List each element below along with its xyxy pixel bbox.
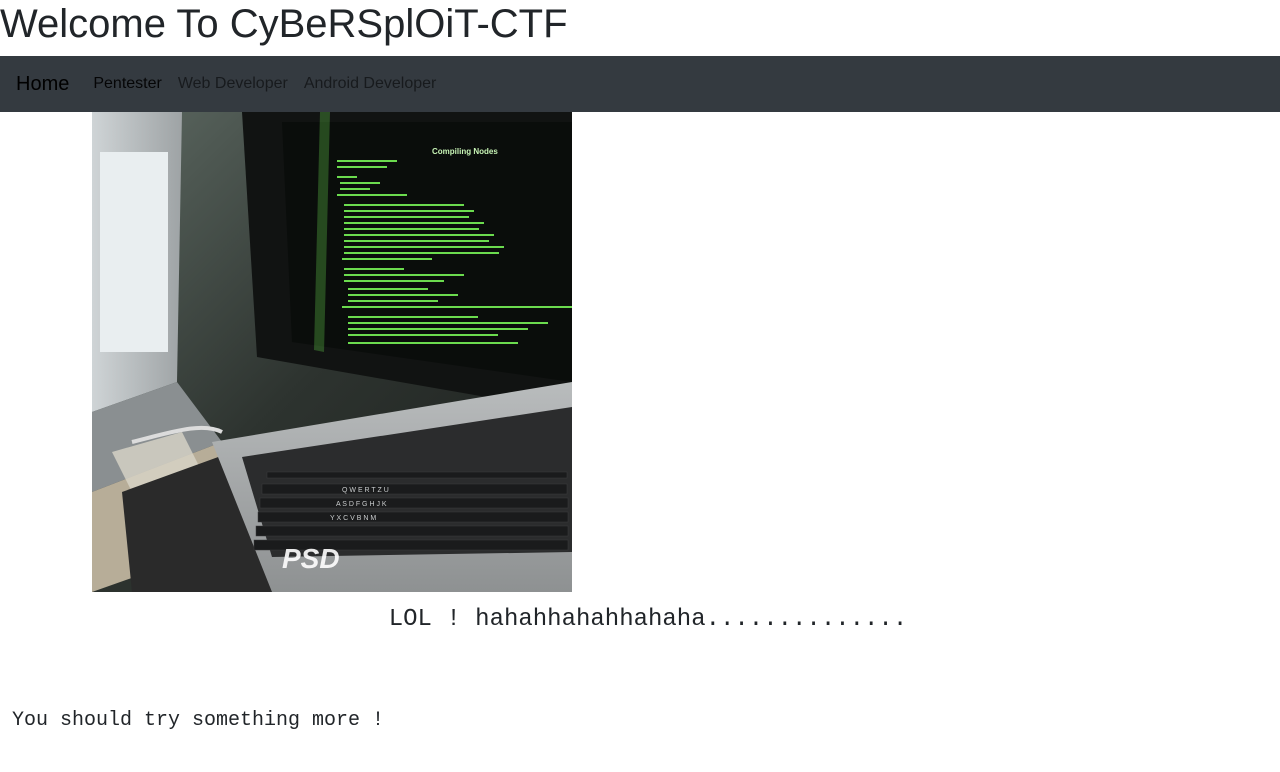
nav-link-pentester[interactable]: Pentester: [85, 75, 169, 93]
svg-text:Q W E R T Z U: Q W E R T Z U: [342, 487, 389, 494]
nav-link-web-developer[interactable]: Web Developer: [170, 75, 296, 93]
svg-text:Y X C V B N M: Y X C V B N M: [330, 515, 376, 522]
top-navbar: Home Pentester Web Developer Android Dev…: [0, 56, 1280, 112]
page-title: Welcome To CyBeRSplOiT-CTF: [0, 2, 568, 46]
hint-message: You should try something more !: [12, 709, 385, 732]
psd-watermark: PSD: [282, 543, 340, 574]
screen-heading-text: Compiling Nodes: [432, 147, 498, 156]
hero-laptop-image: Compiling Nodes Q W E R T Z U A S D F G …: [92, 112, 572, 592]
nav-link-android-developer[interactable]: Android Developer: [296, 75, 445, 93]
svg-text:A S D F G H J K: A S D F G H J K: [336, 501, 387, 508]
nav-home-link[interactable]: Home: [16, 73, 69, 96]
lol-message: LOL ! hahahhahahhahaha..............: [388, 606, 908, 633]
